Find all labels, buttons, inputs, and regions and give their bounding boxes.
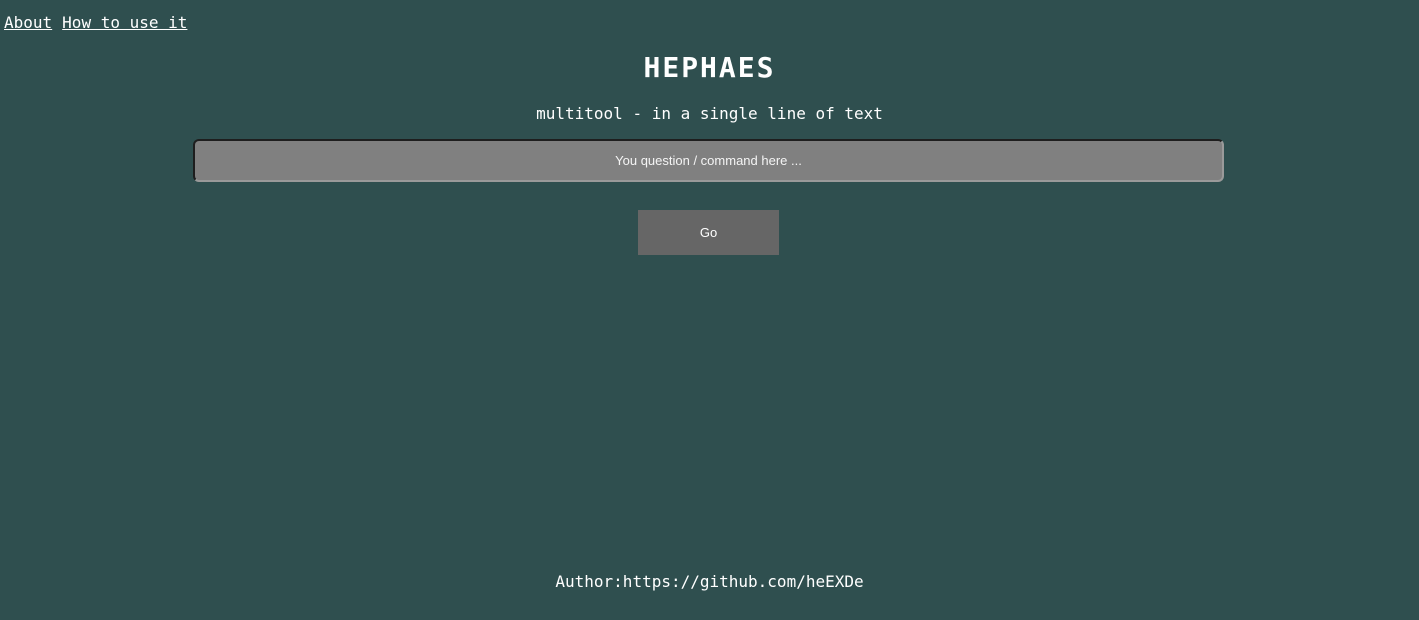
about-link[interactable]: About xyxy=(4,13,52,32)
command-input[interactable] xyxy=(193,139,1224,182)
top-nav: About How to use it xyxy=(4,13,187,33)
go-button[interactable]: Go xyxy=(638,210,779,255)
tagline: multitool - in a single line of text xyxy=(536,104,883,123)
how-to-use-link[interactable]: How to use it xyxy=(62,13,187,32)
logo: HEPHAES xyxy=(643,51,776,84)
author-footer: Author:https://github.com/heEXDe xyxy=(555,572,864,591)
